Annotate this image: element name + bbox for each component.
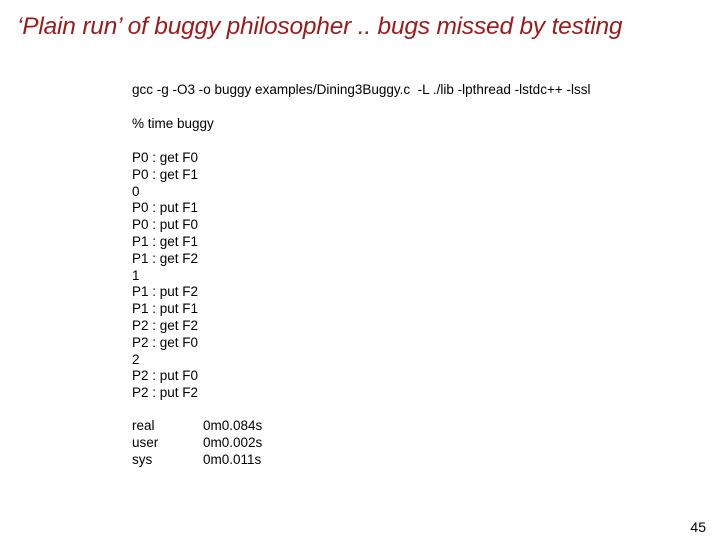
- output-line: P2 : put F2: [132, 385, 199, 401]
- timing-summary: real 0m0.084s user 0m0.002s sys 0m0.011s: [132, 417, 262, 468]
- compile-command: gcc -g -O3 -o buggy examples/Dining3Bugg…: [132, 82, 591, 97]
- output-line: P1 : get F1: [132, 233, 199, 249]
- page-number: 45: [690, 519, 706, 535]
- output-line: P1 : get F2: [132, 250, 199, 266]
- timing-value: 0m0.011s: [203, 452, 262, 467]
- output-line: P1 : put F2: [132, 284, 199, 300]
- output-line: P2 : get F2: [132, 317, 199, 333]
- timing-label: user: [132, 435, 159, 450]
- slide-title: ‘Plain run’ of buggy philosopher .. bugs…: [17, 13, 623, 40]
- timing-row-real: real 0m0.084s: [132, 417, 262, 434]
- program-output: P0 : get F0 P0 : get F1 0 P0 : put F1 P0…: [132, 150, 198, 402]
- output-line: P0 : get F1: [132, 166, 199, 182]
- output-line: P2 : put F0: [132, 368, 199, 384]
- output-line: P0 : put F0: [132, 217, 199, 233]
- output-line: 0: [132, 183, 140, 199]
- run-command: % time buggy: [132, 116, 214, 131]
- output-line: P0 : put F1: [132, 200, 199, 216]
- timing-row-user: user 0m0.002s: [132, 434, 262, 451]
- output-line: 1: [132, 267, 140, 283]
- timing-label: sys: [132, 452, 153, 467]
- output-line: P2 : get F0: [132, 334, 199, 350]
- timing-value: 0m0.084s: [203, 418, 263, 433]
- output-line: P1 : put F1: [132, 301, 199, 317]
- timing-value: 0m0.002s: [203, 435, 263, 450]
- timing-row-sys: sys 0m0.011s: [132, 451, 262, 468]
- output-line: P0 : get F0: [132, 150, 199, 165]
- output-line: 2: [132, 351, 140, 367]
- timing-label: real: [132, 418, 155, 433]
